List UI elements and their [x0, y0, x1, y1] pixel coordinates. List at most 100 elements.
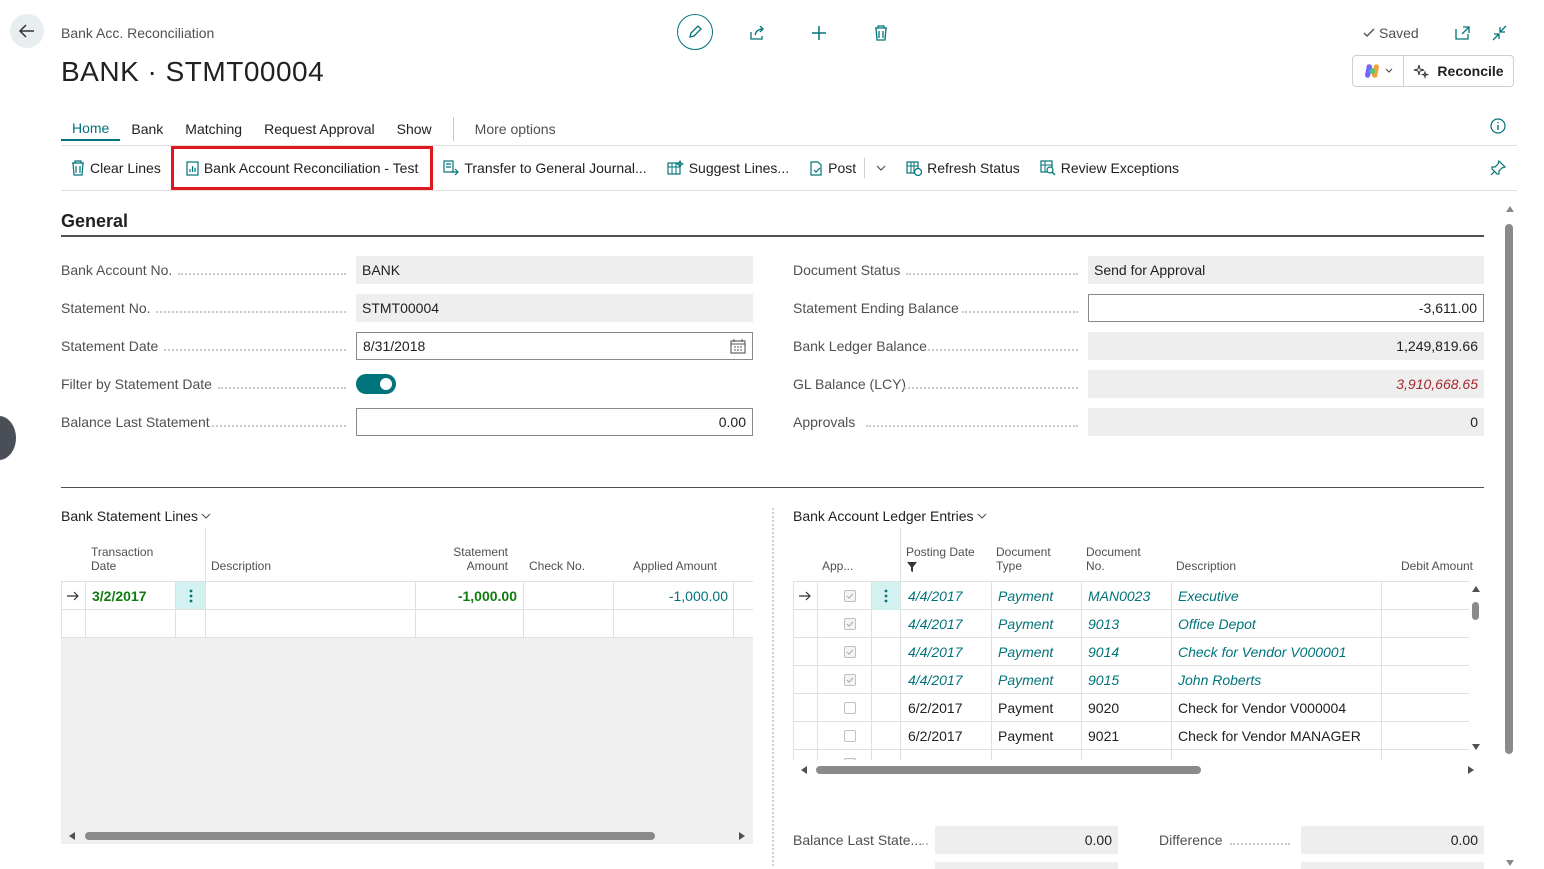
edit-button[interactable] — [677, 14, 713, 50]
document-type-cell[interactable]: Payment — [992, 582, 1082, 610]
tab-show[interactable]: Show — [386, 118, 443, 140]
new-button[interactable] — [808, 22, 830, 44]
description-cell[interactable]: Check for Vendor V000001 — [1172, 638, 1382, 666]
applied-checkbox[interactable] — [838, 666, 878, 694]
post-dropdown-button[interactable] — [860, 146, 896, 190]
column-header-description[interactable]: Description — [211, 559, 271, 573]
column-header-check-no[interactable]: Check No. — [529, 559, 585, 573]
tab-home[interactable]: Home — [61, 117, 121, 141]
scrollbar-thumb[interactable] — [816, 766, 1201, 774]
review-exceptions-button[interactable]: Review Exceptions — [1030, 146, 1189, 190]
applied-checkbox[interactable] — [838, 722, 878, 750]
table-row[interactable]: 6/2/2017 Payment 9020 Check for Vendor V… — [793, 694, 1469, 722]
document-no-cell[interactable]: 9021 — [1082, 722, 1172, 750]
description-cell[interactable]: John Roberts — [1172, 666, 1382, 694]
document-no-cell[interactable]: 9020 — [1082, 694, 1172, 722]
table-row[interactable]: 4/4/2017 Payment 9013 Office Depot — [793, 610, 1469, 638]
column-header-transaction-date[interactable]: Transaction Date — [91, 545, 171, 573]
tab-bank[interactable]: Bank — [120, 118, 174, 140]
share-button[interactable] — [746, 22, 768, 44]
column-header-description[interactable]: Description — [1176, 559, 1236, 573]
statement-amount-cell[interactable]: -1,000.00 — [416, 582, 523, 610]
description-cell[interactable]: Check for Vendor V000004 — [1172, 694, 1382, 722]
table-row[interactable]: 3/2/2017 -1,000.00 -1,000.00 — [61, 582, 753, 610]
table-row[interactable]: 4/4/2017 Payment 9015 John Roberts — [793, 666, 1469, 694]
row-actions-button[interactable] — [176, 582, 205, 610]
document-no-cell[interactable]: 9015 — [1082, 666, 1172, 694]
suggest-lines-button[interactable]: Suggest Lines... — [657, 146, 799, 190]
document-no-cell[interactable]: 9014 — [1082, 638, 1172, 666]
delete-button[interactable] — [870, 22, 892, 44]
bank-ledger-entries-title[interactable]: Bank Account Ledger Entries — [793, 508, 987, 524]
back-button[interactable] — [10, 14, 44, 48]
table-row-empty[interactable] — [61, 610, 753, 637]
ledger-horizontal-scrollbar[interactable] — [793, 762, 1484, 778]
transfer-to-general-journal-button[interactable]: Transfer to General Journal... — [433, 146, 656, 190]
row-actions-button[interactable] — [872, 582, 900, 610]
posting-date-cell[interactable]: 4/4/2017 — [902, 582, 992, 610]
transaction-date-cell[interactable]: 3/2/2017 — [86, 582, 175, 610]
description-cell[interactable] — [206, 582, 415, 610]
statement-ending-balance-field[interactable]: -3,611.00 — [1088, 294, 1484, 322]
document-type-cell[interactable]: Payment — [992, 722, 1082, 750]
balance-last-statement-total-field[interactable]: 0.00 — [935, 826, 1118, 854]
balance-last-statement-field[interactable]: 0.00 — [356, 408, 753, 436]
posting-date-cell[interactable]: 6/2/2017 — [902, 722, 992, 750]
applied-checkbox[interactable] — [838, 638, 878, 666]
document-type-cell[interactable]: Payment — [992, 694, 1082, 722]
document-no-cell[interactable]: 9013 — [1082, 610, 1172, 638]
tab-matching[interactable]: Matching — [174, 118, 253, 140]
description-cell[interactable]: Check for Vendor MANAGER — [1172, 722, 1382, 750]
statement-date-field[interactable]: 8/31/2018 — [356, 332, 753, 360]
scrollbar-thumb[interactable] — [1505, 224, 1513, 754]
column-header-statement-amount[interactable]: Statement Amount — [436, 545, 508, 573]
document-type-cell[interactable]: Payment — [992, 610, 1082, 638]
table-row[interactable]: 6/2/2017 Payment 9021 Check for Vendor M… — [793, 722, 1469, 750]
info-button[interactable] — [1489, 117, 1507, 138]
reconcile-button[interactable]: Reconcile — [1404, 56, 1513, 86]
calendar-icon[interactable] — [730, 338, 746, 354]
difference-field[interactable]: 0.00 — [1301, 826, 1484, 854]
column-header-debit-amount[interactable]: Debit Amount — [1381, 559, 1473, 573]
gl-balance-field[interactable]: 3,910,668.65 — [1088, 370, 1484, 398]
part-splitter[interactable] — [772, 508, 774, 866]
bank-reconciliation-test-button[interactable]: Bank Account Reconciliation - Test — [170, 146, 434, 190]
statement-no-field[interactable]: STMT00004 — [356, 294, 753, 322]
table-row[interactable]: 4/4/2017 Payment MAN0023 Executive — [793, 582, 1469, 610]
post-button[interactable]: Post — [799, 146, 860, 190]
posting-date-cell[interactable]: 4/4/2017 — [902, 638, 992, 666]
bank-account-no-field[interactable]: BANK — [356, 256, 753, 284]
refresh-status-button[interactable]: Refresh Status — [896, 146, 1030, 190]
ledger-vertical-scrollbar[interactable] — [1471, 584, 1481, 754]
copilot-button[interactable] — [1353, 56, 1404, 86]
posting-date-cell[interactable]: 6/2/2017 — [902, 694, 992, 722]
table-row-partial[interactable] — [793, 750, 1469, 760]
column-header-document-no[interactable]: Document No. — [1086, 545, 1156, 573]
open-new-window-button[interactable] — [1452, 22, 1474, 44]
tab-request-approval[interactable]: Request Approval — [253, 118, 386, 140]
column-header-document-type[interactable]: Document Type — [996, 545, 1066, 573]
posting-date-cell[interactable]: 4/4/2017 — [902, 610, 992, 638]
bank-statement-lines-title[interactable]: Bank Statement Lines — [61, 508, 211, 524]
filter-by-statement-date-toggle[interactable] — [356, 374, 396, 394]
document-status-field[interactable]: Send for Approval — [1088, 256, 1484, 284]
horizontal-scrollbar[interactable] — [61, 828, 753, 844]
applied-checkbox[interactable] — [838, 750, 878, 760]
description-cell[interactable]: Office Depot — [1172, 610, 1382, 638]
scrollbar-thumb[interactable] — [85, 832, 655, 840]
applied-checkbox[interactable] — [838, 610, 878, 638]
document-type-cell[interactable]: Payment — [992, 666, 1082, 694]
bank-ledger-balance-field[interactable]: 1,249,819.66 — [1088, 332, 1484, 360]
document-no-cell[interactable]: MAN0023 — [1082, 582, 1172, 610]
description-cell[interactable]: Executive — [1172, 582, 1382, 610]
tab-more-options[interactable]: More options — [464, 118, 567, 140]
applied-amount-cell[interactable]: -1,000.00 — [614, 582, 734, 610]
collapse-button[interactable] — [1488, 22, 1510, 44]
column-header-posting-date[interactable]: Posting Date — [906, 545, 975, 576]
approvals-field[interactable]: 0 — [1088, 408, 1484, 436]
clear-lines-button[interactable]: Clear Lines — [61, 146, 171, 190]
pin-button[interactable] — [1490, 159, 1507, 179]
column-header-applied[interactable]: App... — [822, 559, 853, 573]
check-no-cell[interactable] — [524, 582, 613, 610]
side-panel-handle[interactable] — [0, 416, 16, 460]
